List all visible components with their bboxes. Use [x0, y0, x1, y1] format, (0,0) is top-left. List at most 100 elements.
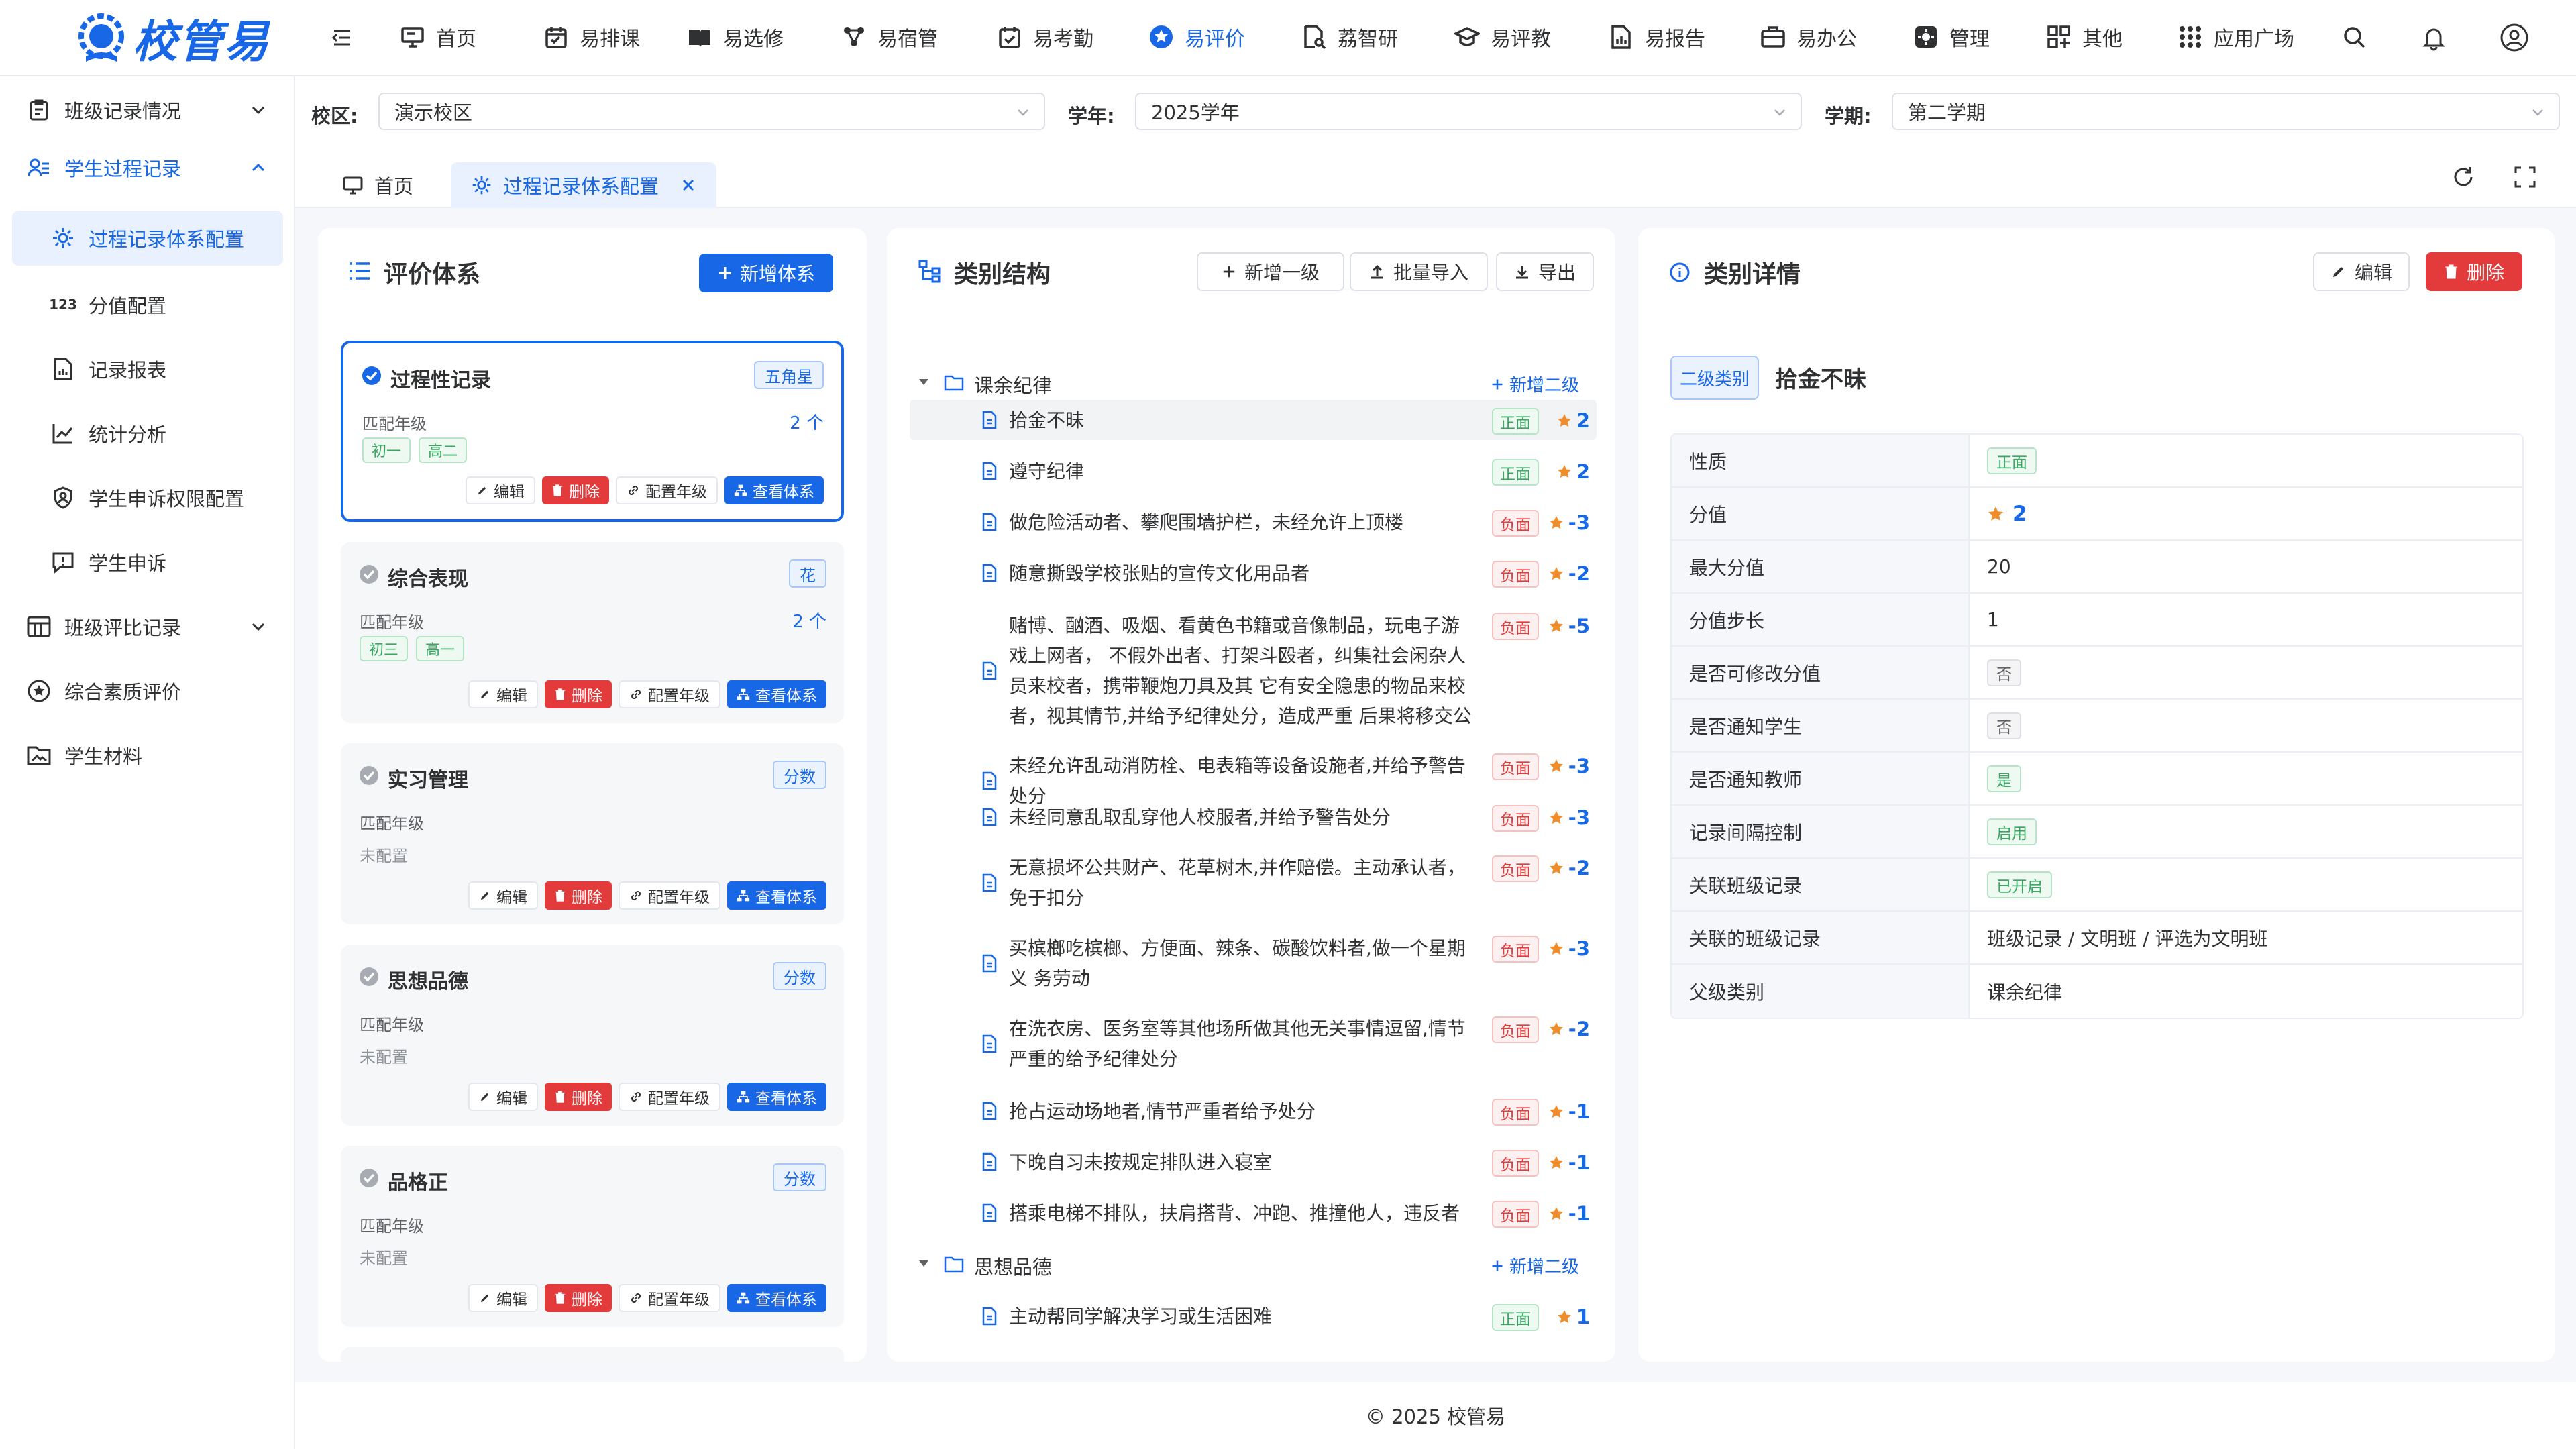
tree-item[interactable]: 遵守纪律 正面 2: [910, 451, 1597, 491]
view-system-button[interactable]: 查看体系: [727, 881, 826, 910]
tab-process-config[interactable]: 过程记录体系配置: [451, 162, 717, 208]
system-card[interactable]: 思想品德 分数 匹配年级 未配置 编辑 删除 配置年级 查看体系: [341, 945, 844, 1126]
nav-item-6[interactable]: 荔智研: [1301, 0, 1398, 74]
system-card[interactable]: 品格正 分数 匹配年级 未配置 编辑 删除 配置年级 查看体系: [341, 1146, 844, 1327]
detail-value: 1: [1987, 608, 1999, 631]
delete-system-button[interactable]: 删除: [545, 1284, 612, 1312]
system-card[interactable]: [341, 1347, 844, 1362]
nav-item-11[interactable]: 其他: [2046, 0, 2123, 74]
config-grade-button[interactable]: 配置年级: [619, 1083, 720, 1111]
tree-item[interactable]: 赌博、酗酒、吸烟、看黄色书籍或音像制品，玩电子游戏上网者， 不假外出者、打架斗殴…: [910, 604, 1597, 738]
sidebar-item-quality-eval[interactable]: 综合素质评价: [0, 662, 295, 720]
edit-system-button[interactable]: 编辑: [468, 680, 538, 708]
view-system-button[interactable]: 查看体系: [727, 1083, 826, 1111]
tree-item[interactable]: 随意撕毁学校张贴的宣传文化用品者 负面 -2: [910, 553, 1597, 593]
grade-tags: 初一 高二: [362, 437, 468, 463]
nature-badge: 正面: [1492, 408, 1539, 435]
sidebar-item-student-appeal[interactable]: 学生申诉: [0, 533, 295, 591]
bell-icon[interactable]: [2420, 24, 2447, 51]
nature-badge: 负面: [1492, 1016, 1539, 1043]
add-level2-button[interactable]: 新增二级: [1491, 372, 1579, 396]
collapse-menu-icon[interactable]: [330, 25, 354, 50]
tree-item[interactable]: 抢占运动场地者,情节严重者给予处分 负面 -1: [910, 1091, 1597, 1131]
tree-item[interactable]: 未经同意乱取乱穿他人校服者,并给予警告处分 负面 -3: [910, 797, 1597, 837]
tree-item[interactable]: 主动帮同学解决学习或生活困难 正面 1: [910, 1296, 1597, 1336]
nav-item-8[interactable]: 易报告: [1609, 0, 1705, 74]
brand-logo[interactable]: 校管易: [72, 5, 270, 71]
config-grade-button[interactable]: 配置年级: [619, 680, 720, 708]
plus-icon: [1492, 1260, 1503, 1271]
batch-import-button[interactable]: 批量导入: [1350, 252, 1488, 291]
tree-item[interactable]: 搭乘电梯不排队，扶肩搭背、冲跑、推撞他人，违反者 负面 -1: [910, 1193, 1597, 1233]
nav-item-0[interactable]: 首页: [400, 0, 476, 74]
tree-item-label: 随意撕毁学校张贴的宣传文化用品者: [1009, 562, 1310, 584]
tab-home[interactable]: 首页: [322, 162, 433, 208]
edit-system-button[interactable]: 编辑: [468, 1083, 538, 1111]
nav-item-10[interactable]: 管理: [1913, 0, 1990, 74]
close-icon[interactable]: [680, 177, 696, 193]
term-select[interactable]: 第二学期: [1892, 93, 2560, 130]
nav-item-2[interactable]: 易选修: [687, 0, 784, 74]
export-button[interactable]: 导出: [1496, 252, 1594, 291]
tree-group[interactable]: 思想品德 新增二级: [910, 1244, 1597, 1284]
tree-group[interactable]: 课余纪律 新增二级: [910, 362, 1597, 402]
star-icon: [1988, 506, 2003, 521]
caret-down-icon[interactable]: [916, 374, 931, 389]
delete-system-button[interactable]: 删除: [545, 680, 612, 708]
edit-system-button[interactable]: 编辑: [466, 476, 535, 504]
config-grade-button[interactable]: 配置年级: [619, 1284, 720, 1312]
sidebar-item-process-config[interactable]: 过程记录体系配置: [12, 211, 283, 266]
sidebar-item-class-records[interactable]: 班级记录情况: [0, 81, 295, 139]
delete-system-button[interactable]: 删除: [542, 476, 609, 504]
sidebar-item-statistics[interactable]: 统计分析: [0, 405, 295, 462]
sidebar-item-record-report[interactable]: 记录报表: [0, 340, 295, 398]
tree-item[interactable]: 拾金不昧 正面 2: [910, 400, 1597, 440]
caret-down-icon[interactable]: [916, 1256, 931, 1271]
tree-item[interactable]: 做危险活动者、攀爬围墙护栏，未经允许上顶楼 负面 -3: [910, 502, 1597, 542]
view-system-button[interactable]: 查看体系: [727, 680, 826, 708]
nav-item-5[interactable]: 易评价: [1148, 0, 1245, 74]
add-system-button[interactable]: 新增体系: [699, 254, 833, 292]
tree-item[interactable]: 买槟榔吃槟榔、方便面、辣条、碳酸饮料者,做一个星期义 务劳动 负面 -3: [910, 928, 1597, 998]
sidebar-item-appeal-permission[interactable]: 学生申诉权限配置: [0, 469, 295, 527]
year-select[interactable]: 2025学年: [1135, 93, 1802, 130]
system-card[interactable]: 实习管理 分数 匹配年级 未配置 编辑 删除 配置年级 查看体系: [341, 743, 844, 924]
edit-category-button[interactable]: 编辑: [2313, 252, 2410, 291]
campus-select[interactable]: 演示校区: [378, 93, 1045, 130]
tree-item[interactable]: 下晚自习未按规定排队进入寝室 负面 -1: [910, 1142, 1597, 1182]
nav-item-3[interactable]: 易宿管: [841, 0, 938, 74]
nav-item-12[interactable]: 应用广场: [2178, 0, 2294, 74]
fullscreen-icon[interactable]: [2513, 165, 2537, 189]
config-grade-button[interactable]: 配置年级: [616, 476, 718, 504]
tree-item[interactable]: 在洗衣房、医务室等其他场所做其他无关事情逗留,情节严重的给予纪律处分 负面 -2: [910, 1009, 1597, 1079]
delete-system-button[interactable]: 删除: [545, 1083, 612, 1111]
config-grade-button[interactable]: 配置年级: [619, 881, 720, 910]
nav-item-7[interactable]: 易评教: [1454, 0, 1551, 74]
add-level2-button[interactable]: 新增二级: [1491, 1253, 1579, 1278]
nav-item-4[interactable]: 易考勤: [997, 0, 1093, 74]
system-card[interactable]: 过程性记录 五角星 匹配年级 2 个初一 高二 编辑 删除 配置年级 查看体系: [341, 341, 844, 522]
sidebar-item-score-config[interactable]: 123 分值配置: [0, 276, 295, 333]
delete-system-button[interactable]: 删除: [545, 881, 612, 910]
detail-key: 分值步长: [1672, 594, 1970, 645]
nav-item-1[interactable]: 易排课: [543, 0, 640, 74]
search-icon[interactable]: [2341, 24, 2368, 51]
nav-item-9[interactable]: 易办公: [1760, 0, 1857, 74]
sidebar-item-student-material[interactable]: 学生材料: [0, 727, 295, 784]
user-avatar-icon[interactable]: [2500, 23, 2529, 52]
info-icon: [1670, 262, 1690, 282]
system-card[interactable]: 综合表现 花匹配年级 2 个初三 高一 编辑 删除 配置年级 查看体系: [341, 542, 844, 723]
add-level1-button[interactable]: 新增一级: [1197, 252, 1344, 291]
delete-category-button[interactable]: 删除: [2426, 252, 2522, 291]
tree-item-label: 买槟榔吃槟榔、方便面、辣条、碳酸饮料者,做一个星期义 务劳动: [1009, 937, 1466, 989]
view-system-button[interactable]: 查看体系: [727, 1284, 826, 1312]
edit-system-button[interactable]: 编辑: [468, 881, 538, 910]
star-icon: [1549, 861, 1563, 875]
edit-system-button[interactable]: 编辑: [468, 1284, 538, 1312]
refresh-icon[interactable]: [2451, 165, 2475, 189]
sidebar-item-class-compare[interactable]: 班级评比记录: [0, 598, 295, 655]
tree-group-label: 思想品德: [974, 1256, 1053, 1279]
tree-item[interactable]: 无意损坏公共财产、花草树木,并作赔偿。主动承认者，免于扣分 负面 -2: [910, 848, 1597, 918]
view-system-button[interactable]: 查看体系: [724, 476, 824, 504]
sidebar-item-student-process[interactable]: 学生过程记录: [0, 139, 295, 197]
